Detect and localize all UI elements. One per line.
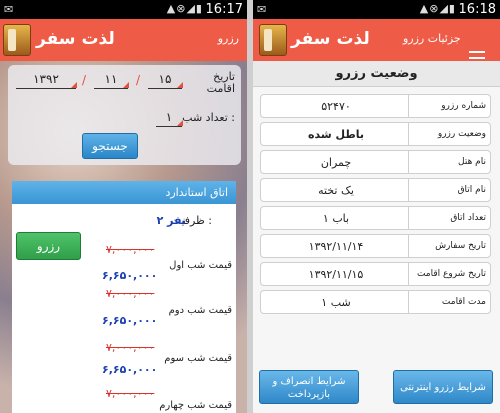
status-bar: ✉ ▲⊗◢▮ 16:17 — [0, 0, 247, 19]
date-separator: / — [136, 73, 141, 87]
app-title: لذت سفر — [291, 29, 370, 49]
old-price: ۷,۰۰۰,۰۰۰ — [106, 341, 155, 354]
new-price: ۶,۶۵۰,۰۰۰ — [102, 363, 158, 376]
detail-row-reservation-number: ۵۲۴۷۰ شماره رزرو — [260, 94, 491, 118]
detail-value: ۱ باب — [322, 212, 350, 225]
cancellation-terms-button[interactable]: شرایط انصراف و بازپرداخت — [259, 370, 359, 404]
search-button[interactable]: جستجو — [82, 133, 138, 159]
detail-label: تاریخ سفارش — [408, 235, 490, 257]
detail-label: تعداد اتاق — [408, 207, 490, 229]
night-price-label: قیمت شب چهارم — [159, 400, 232, 411]
date-separator: / — [82, 73, 87, 87]
app-bar: لذت سفر جزئیات رزرو — [253, 19, 500, 65]
status-bar: ✉ ▲⊗◢▮ 16:18 — [253, 0, 500, 19]
search-panel: تاریخ اقامت ۱۵ / ۱۱ / ۱۳۹۲ تعداد شب : ۱ … — [8, 65, 241, 165]
detail-label: نام هتل — [408, 151, 490, 173]
new-price: ۶,۶۵۰,۰۰۰ — [102, 269, 158, 282]
day-spinner[interactable]: ۱۵ — [148, 72, 183, 89]
detail-row-stay-start-date: ۱۳۹۲/۱۱/۱۵ تاریخ شروع اقامت — [260, 262, 491, 286]
system-icons: ▲⊗◢▮ — [419, 2, 456, 15]
room-name: اتاق استاندارد — [12, 181, 236, 204]
screen-subtitle: جزئیات رزرو — [403, 32, 461, 45]
detail-value: ۱۳۹۲/۱۱/۱۵ — [308, 268, 364, 281]
detail-value: چمران — [320, 156, 352, 169]
app-bar: لذت سفر رزرو — [0, 19, 247, 61]
detail-value: ۱ شب — [321, 296, 351, 309]
detail-row-stay-duration: ۱ شب مدت اقامت — [260, 290, 491, 314]
old-price: ۷,۰۰۰,۰۰۰ — [106, 243, 155, 256]
detail-value: ۱۳۹۲/۱۱/۱۴ — [308, 240, 364, 253]
reservation-search-screen: ✉ ▲⊗◢▮ 16:17 لذت سفر رزرو تاریخ اقامت ۱۵… — [0, 0, 247, 413]
system-icons: ▲⊗◢▮ — [166, 2, 203, 15]
night-price-label: قیمت شب سوم — [164, 353, 232, 364]
night-price-label: قیمت شب دوم — [168, 305, 232, 316]
capacity-value: ۲ نفر — [156, 214, 186, 227]
date-label: تاریخ اقامت — [206, 70, 235, 95]
reserve-button[interactable]: رزرو — [16, 232, 81, 260]
app-title: لذت سفر — [36, 29, 115, 49]
detail-row-reservation-status: باطل شده وضعیت رزرو — [260, 122, 491, 146]
night-price-label: قیمت شب اول — [169, 260, 232, 271]
detail-value: باطل شده — [308, 128, 364, 141]
nights-spinner[interactable]: ۱ — [156, 110, 183, 127]
app-logo-icon — [259, 24, 287, 56]
detail-label: وضعیت رزرو — [408, 123, 490, 145]
detail-label: مدت اقامت — [408, 291, 490, 313]
detail-row-hotel-name: چمران نام هتل — [260, 150, 491, 174]
notification-icon: ✉ — [4, 3, 14, 16]
notification-icon: ✉ — [257, 3, 267, 16]
page-title: وضعیت رزرو — [253, 61, 500, 87]
month-spinner[interactable]: ۱۱ — [94, 72, 129, 89]
clock: 16:17 — [205, 2, 243, 17]
detail-row-room-name: یک تخته نام اتاق — [260, 178, 491, 202]
detail-value: ۵۲۴۷۰ — [321, 100, 351, 113]
old-price: ۷,۰۰۰,۰۰۰ — [106, 387, 155, 400]
room-result-card: اتاق استاندارد ظرفیت : ۲ نفر رزرو ۷,۰۰۰,… — [12, 181, 236, 413]
old-price: ۷,۰۰۰,۰۰۰ — [106, 287, 155, 300]
year-spinner[interactable]: ۱۳۹۲ — [16, 72, 77, 89]
detail-value: یک تخته — [318, 184, 354, 197]
detail-label: نام اتاق — [408, 179, 490, 201]
detail-row-order-date: ۱۳۹۲/۱۱/۱۴ تاریخ سفارش — [260, 234, 491, 258]
nights-label: تعداد شب : — [182, 111, 235, 124]
new-price: ۶,۶۵۰,۰۰۰ — [102, 314, 158, 327]
detail-label: تاریخ شروع اقامت — [408, 263, 490, 285]
reservation-details-screen: ✉ ▲⊗◢▮ 16:18 لذت سفر جزئیات رزرو وضعیت ر… — [253, 0, 500, 413]
online-reservation-terms-button[interactable]: شرایط رزرو اینترنتی — [393, 370, 493, 404]
screen-subtitle: رزرو — [217, 32, 239, 45]
detail-label: شماره رزرو — [408, 95, 490, 117]
detail-row-room-count: ۱ باب تعداد اتاق — [260, 206, 491, 230]
app-logo-icon — [3, 24, 31, 56]
clock: 16:18 — [458, 2, 496, 17]
